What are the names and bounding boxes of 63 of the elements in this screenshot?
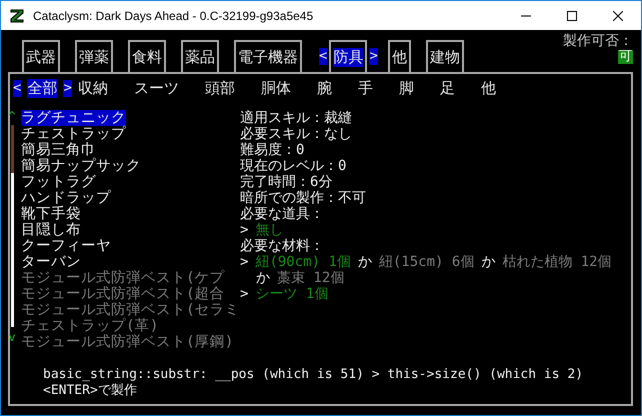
subcategory-tab[interactable]: 他 (480, 78, 496, 98)
recipe-item[interactable]: ハンドラップ (21, 190, 111, 206)
category-tab[interactable]: 弾薬 (75, 40, 113, 72)
detail-text: 完了時間：6分 (240, 174, 332, 190)
material-missing: 枯れた植物 12個 (502, 254, 612, 270)
detail-text: > (240, 286, 248, 302)
detail-text: 必要な材料： (240, 238, 324, 254)
recipe-item[interactable]: 目隠し布 (21, 222, 81, 238)
detail-text: 必要スキル：なし (240, 126, 352, 142)
material-available: 紐(90cm) 1個 (255, 254, 351, 270)
category-tab[interactable]: 防具 (329, 40, 368, 72)
recipe-item[interactable]: クーフィーヤ (21, 238, 111, 254)
app-icon (9, 8, 25, 24)
detail-text: > (240, 222, 248, 238)
detail-text: > (240, 254, 248, 270)
recipe-item[interactable]: モジュール式防弾ベスト(ケプ (21, 270, 225, 286)
recipe-item[interactable]: 簡易ナップサック (21, 158, 141, 174)
window-title: Cataclysm: Dark Days Ahead - 0.C-32199-g93a5e45 (33, 8, 314, 22)
message-text: <ENTER>で製作 (43, 383, 138, 399)
subcategory-tab[interactable]: 手 (358, 78, 373, 98)
recipe-item[interactable]: チェストラップ(革) (21, 318, 158, 334)
detail-text: 難易度：0 (240, 142, 304, 158)
subcategory-tab[interactable]: スーツ (134, 78, 179, 98)
detail-text: 暗所での製作：不可 (240, 190, 366, 206)
scroll-up-indicator[interactable]: ^ (8, 110, 16, 124)
detail-text: 必要な道具： (240, 206, 324, 222)
subcategory-tab[interactable]: 頭部 (204, 78, 235, 98)
subcategory-tab[interactable]: 腕 (316, 78, 332, 98)
close-icon (613, 10, 623, 20)
material-missing: 藁束 12個 (277, 270, 344, 286)
message-text: basic_string::substr: __pos (which is 51) > this->size() (which is 2) (43, 367, 584, 383)
detail-text: か (358, 254, 372, 270)
category-tab[interactable]: 電子機器 (234, 40, 302, 72)
detail-text: か (256, 270, 270, 286)
category-tab[interactable]: 建物 (426, 40, 464, 72)
recipe-item[interactable]: ターバン (21, 254, 81, 270)
material-available: シーツ 1個 (255, 286, 328, 302)
category-tab[interactable]: 武器 (22, 40, 60, 72)
recipe-item[interactable]: 靴下手袋 (21, 206, 81, 222)
craftable-label: 製作可否： (563, 32, 633, 50)
recipe-item[interactable]: モジュール式防弾ベスト(セラミ (21, 302, 240, 318)
material-missing: 紐(15cm) 6個 (378, 254, 474, 270)
subcategory-tab[interactable]: 足 (440, 78, 455, 98)
recipe-item[interactable]: モジュール式防弾ベスト(厚鋼) (21, 334, 234, 350)
subcategory-tab[interactable]: 全部 (27, 78, 58, 98)
subcategory-tab[interactable]: 胴体 (260, 78, 291, 98)
recipe-item[interactable]: チェストラップ (21, 126, 126, 142)
material-available: 無し (255, 222, 284, 238)
category-tab[interactable]: 薬品 (181, 40, 219, 72)
category-tab[interactable]: 食料 (128, 40, 166, 72)
recipe-item[interactable]: モジュール式防弾ベスト(超合 (21, 286, 225, 302)
recipe-item[interactable]: ラグチュニック (21, 110, 126, 126)
detail-text: 現在のレベル：0 (240, 158, 346, 174)
category-tab[interactable]: 他 (388, 40, 411, 72)
subcategory-tab[interactable]: 脚 (398, 78, 414, 98)
craftable-value: 可 (618, 50, 633, 64)
detail-text: 適用スキル：裁縫 (240, 110, 352, 126)
subcategory-tab[interactable]: 収納 (78, 78, 108, 98)
recipe-item[interactable]: フットラグ (21, 174, 96, 190)
scrollbar[interactable] (10, 125, 14, 327)
maximize-icon (567, 10, 577, 20)
recipe-item[interactable]: 簡易三角巾 (21, 142, 96, 158)
detail-text: か (481, 254, 496, 270)
